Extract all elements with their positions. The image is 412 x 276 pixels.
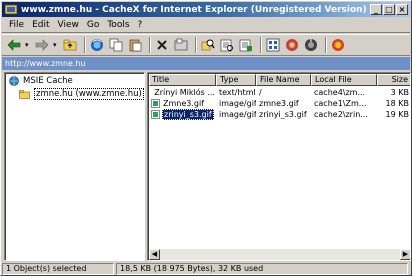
globe-icon — [9, 76, 19, 86]
help-icon[interactable] — [330, 37, 346, 53]
search-icon[interactable] — [200, 37, 216, 53]
window-title: www.zmne.hu - CacheX for Internet Explor… — [21, 4, 367, 15]
menu-help[interactable]: ? — [134, 20, 147, 30]
row-local-file: cache2\zrin... — [314, 110, 368, 119]
row-local-file: cache4\zm... — [314, 88, 366, 97]
row-type: image/gif — [219, 110, 256, 119]
view-icon[interactable] — [265, 37, 281, 53]
tree-root-label: MSIE Cache — [23, 76, 73, 86]
menu-tools[interactable]: Tools — [103, 20, 133, 30]
column-local-file[interactable]: Local File — [311, 74, 377, 86]
row-title: Zmne3.gif — [163, 99, 205, 108]
toolbar-separator — [149, 37, 151, 53]
gif-image-icon — [151, 110, 160, 119]
column-size[interactable]: Size — [377, 74, 410, 86]
horizontal-scrollbar[interactable]: ◀ ▶ — [149, 249, 410, 260]
close-button[interactable]: × — [396, 4, 408, 15]
row-type: image/gif — [219, 99, 256, 108]
open-icon[interactable] — [303, 37, 319, 53]
toolbar: ▾ ▾ — [2, 34, 410, 56]
toolbar-separator — [84, 37, 86, 53]
row-size: 19 KB — [385, 110, 409, 119]
column-file-name[interactable]: File Name — [256, 74, 311, 86]
app-window: www.zmne.hu - CacheX for Internet Explor… — [0, 0, 412, 276]
save-icon[interactable] — [284, 37, 300, 53]
menu-file[interactable]: File — [5, 20, 28, 30]
minimize-button[interactable]: _ — [370, 4, 382, 15]
row-size: 3 KB — [390, 88, 409, 97]
list-rows: Zrínyi Miklós ... text/html / cache4\zm.… — [149, 87, 410, 120]
column-type[interactable]: Type — [216, 74, 256, 86]
tree-pane[interactable]: MSIE Cache zmne.hu (www.zmne.hu) — [4, 72, 145, 261]
row-title: zrinyi_s3.gif — [162, 109, 214, 120]
address-bar[interactable]: http://www.zmne.hu — [2, 57, 410, 70]
tree-item-zmne[interactable]: zmne.hu (www.zmne.hu) — [19, 88, 144, 100]
filter-icon[interactable] — [238, 37, 254, 53]
row-file-name: zrinyi_s3.gif — [259, 110, 307, 119]
row-local-file: cache1\Zm... — [314, 99, 367, 108]
properties-icon[interactable] — [173, 37, 189, 53]
find-icon[interactable] — [219, 37, 235, 53]
toolbar-separator — [195, 37, 197, 53]
back-dropdown-icon[interactable]: ▾ — [25, 41, 32, 49]
back-arrow-icon[interactable] — [6, 37, 22, 53]
folder-icon — [19, 89, 30, 99]
maximize-button[interactable]: □ — [383, 4, 395, 15]
copy-icon[interactable] — [108, 37, 124, 53]
scroll-track[interactable] — [160, 249, 400, 260]
menu-edit[interactable]: Edit — [28, 20, 53, 30]
forward-dropdown-icon[interactable]: ▾ — [53, 41, 60, 49]
row-title: Zrínyi Miklós ... — [154, 88, 215, 97]
up-folder-icon[interactable] — [62, 37, 78, 53]
scroll-left-icon[interactable]: ◀ — [149, 249, 160, 260]
table-row[interactable]: Zmne3.gif image/gif zmne3.gif cache1\Zm.… — [149, 98, 410, 109]
row-type: text/html — [219, 88, 256, 97]
file-list[interactable]: Title Type File Name Local File Size Zrí… — [147, 72, 411, 261]
column-headers: Title Type File Name Local File Size — [149, 74, 410, 86]
status-selection: 1 Object(s) selected — [2, 263, 114, 275]
title-bar[interactable]: www.zmne.hu - CacheX for Internet Explor… — [2, 2, 410, 17]
refresh-icon[interactable] — [89, 37, 105, 53]
paste-icon[interactable] — [127, 37, 143, 53]
column-title[interactable]: Title — [149, 74, 216, 86]
app-icon — [5, 4, 17, 15]
toolbar-separator — [260, 37, 262, 53]
gif-image-icon — [151, 99, 160, 108]
row-file-name: / — [259, 88, 262, 97]
status-usage: 18,5 KB (18 975 Bytes), 32 KB used — [116, 263, 408, 275]
tree-child-label: zmne.hu (www.zmne.hu) — [34, 88, 144, 100]
forward-arrow-icon[interactable] — [34, 37, 50, 53]
toolbar-separator — [325, 37, 327, 53]
scroll-right-icon[interactable]: ▶ — [400, 249, 410, 260]
menu-view[interactable]: View — [54, 20, 83, 30]
tree-item-msie-cache[interactable]: MSIE Cache — [9, 76, 73, 86]
menu-bar: File Edit View Go Tools ? — [2, 18, 410, 33]
status-bar: 1 Object(s) selected 18,5 KB (18 975 Byt… — [2, 263, 410, 275]
table-row[interactable]: zrinyi_s3.gif image/gif zrinyi_s3.gif ca… — [149, 109, 410, 120]
table-row[interactable]: Zrínyi Miklós ... text/html / cache4\zm.… — [149, 87, 410, 98]
row-size: 18 KB — [385, 99, 409, 108]
row-file-name: zmne3.gif — [259, 99, 299, 108]
address-url: http://www.zmne.hu — [5, 59, 86, 68]
menu-go[interactable]: Go — [83, 20, 103, 30]
delete-icon[interactable] — [154, 37, 170, 53]
